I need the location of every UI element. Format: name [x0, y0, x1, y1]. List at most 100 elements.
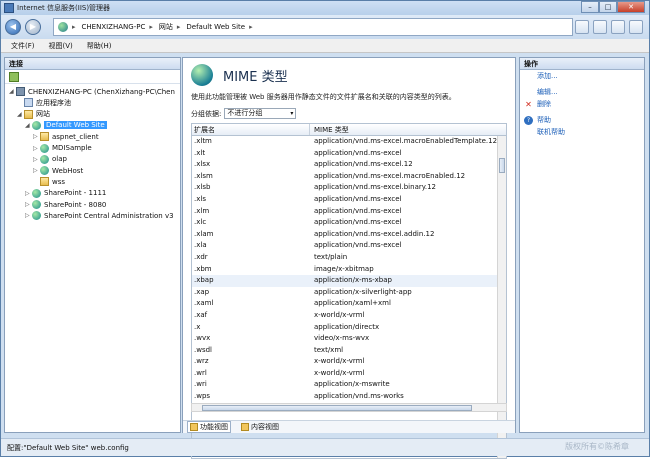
tree-node-label: MDISample	[52, 144, 92, 152]
mime-type-cell: application/vnd.ms-excel	[314, 218, 402, 227]
table-row[interactable]: .wsdl text/xml	[192, 345, 506, 357]
table-row[interactable]: .xbap application/x-ms-xbap	[192, 275, 506, 287]
table-row[interactable]: .xlam application/vnd.ms-excel.addin.12	[192, 229, 506, 241]
horizontal-scrollbar[interactable]	[191, 403, 507, 412]
menu-view[interactable]: 视图(V)	[49, 41, 73, 51]
tree-node[interactable]: 应用程序池	[17, 97, 71, 108]
mime-type-cell: x-world/x-vrml	[314, 310, 365, 319]
expand-toggle-icon[interactable]: ▷	[25, 212, 31, 219]
back-button[interactable]: ◀	[5, 19, 21, 35]
title-bar: Internet 信息服务(IIS)管理器 – □ ✕	[1, 1, 649, 15]
expand-toggle-icon[interactable]: ▷	[33, 145, 39, 152]
action-link[interactable]: 添加...	[537, 71, 558, 81]
table-row[interactable]: .xls application/vnd.ms-excel	[192, 194, 506, 206]
crumb-site[interactable]: Default Web Site	[186, 23, 245, 31]
table-row[interactable]: .xltm application/vnd.ms-excel.macroEnabl…	[192, 136, 506, 148]
tree-node[interactable]: ◢ 网站	[17, 109, 50, 120]
action-item[interactable]: ? 帮助	[520, 114, 644, 126]
table-row[interactable]: .wrz x-world/x-vrml	[192, 356, 506, 368]
start-page-icon[interactable]	[9, 71, 19, 82]
mime-type-cell: application/vnd.ms-excel.addin.12	[314, 229, 435, 238]
tree-node[interactable]: ◢ Default Web Site	[25, 120, 107, 131]
content-view-label: 内容视图	[251, 423, 279, 431]
globe-icon	[40, 143, 49, 153]
features-view-icon	[190, 423, 198, 431]
mime-type-cell: x-world/x-vrml	[314, 368, 365, 377]
content-view-button[interactable]: 内容视图	[241, 422, 279, 432]
minimize-button[interactable]: –	[581, 1, 599, 13]
scroll-thumb[interactable]	[499, 158, 505, 173]
tree-node-label: Default Web Site	[44, 121, 107, 130]
extension-cell: .xls	[194, 194, 206, 203]
expand-toggle-icon[interactable]: ▷	[25, 201, 31, 208]
tree-node[interactable]: ▷ aspnet_client	[33, 131, 99, 142]
expand-toggle-icon[interactable]: ▷	[33, 156, 39, 163]
breadcrumb[interactable]: ▸ CHENXIZHANG-PC ▸ 网站 ▸ Default Web Site…	[53, 18, 573, 36]
table-row[interactable]: .xaml application/xaml+xml	[192, 298, 506, 310]
action-link[interactable]: 帮助	[537, 115, 551, 125]
table-row[interactable]: .xlt application/vnd.ms-excel	[192, 148, 506, 160]
action-spacer	[524, 72, 533, 81]
page-title: MIME 类型	[223, 69, 288, 85]
table-row[interactable]: .x application/directx	[192, 322, 506, 334]
table-row[interactable]: .xla application/vnd.ms-excel	[192, 240, 506, 252]
action-item[interactable]: 添加...	[520, 70, 644, 82]
horizontal-scroll-thumb[interactable]	[202, 405, 472, 411]
table-row[interactable]: .xlsb application/vnd.ms-excel.binary.12	[192, 182, 506, 194]
tree-node[interactable]: ▷ SharePoint - 8080	[25, 199, 106, 210]
action-item[interactable]: 联机帮助	[520, 126, 644, 138]
tree-node[interactable]: ▷ SharePoint Central Administration v3	[25, 210, 174, 221]
expand-toggle-icon[interactable]: ▷	[33, 133, 39, 140]
tree-node[interactable]: ▷ olap	[33, 154, 67, 165]
action-item[interactable]: 编辑...	[520, 86, 644, 98]
table-row[interactable]: .xlsx application/vnd.ms-excel.12	[192, 159, 506, 171]
go-icon[interactable]	[575, 20, 589, 34]
expand-toggle-icon[interactable]: ◢	[17, 111, 23, 118]
mime-type-cell: application/vnd.ms-excel.macroEnabledTem…	[314, 137, 498, 145]
table-row[interactable]: .xlsm application/vnd.ms-excel.macroEnabl…	[192, 171, 506, 183]
menu-help[interactable]: 帮助(H)	[87, 41, 112, 51]
expand-toggle-icon[interactable]: ◢	[9, 88, 15, 95]
table-row[interactable]: .xbm image/x-xbitmap	[192, 264, 506, 276]
features-view-button[interactable]: 功能视图	[187, 421, 231, 433]
crumb-sites[interactable]: 网站	[159, 22, 173, 32]
expand-toggle-icon[interactable]: ▷	[25, 190, 31, 197]
app-icon	[24, 98, 33, 108]
table-row[interactable]: .xap application/x-silverlight-app	[192, 287, 506, 299]
tree-node[interactable]: ◢ CHENXIZHANG-PC (ChenXizhang-PC\Chen	[9, 86, 175, 97]
expand-toggle-icon[interactable]: ◢	[25, 122, 31, 129]
column-header-extension[interactable]: 扩展名	[192, 124, 310, 135]
action-link[interactable]: 编辑...	[537, 87, 558, 97]
action-link[interactable]: 删除	[537, 99, 551, 109]
column-header-mime-type[interactable]: MIME 类型	[310, 124, 349, 135]
close-button[interactable]: ✕	[617, 1, 645, 13]
table-row[interactable]: .wri application/x-mswrite	[192, 379, 506, 391]
mime-type-cell: video/x-ms-wvx	[314, 334, 370, 343]
table-row[interactable]: .wrl x-world/x-vrml	[192, 368, 506, 380]
mime-type-cell: text/xml	[314, 345, 344, 354]
help-icon[interactable]	[629, 20, 643, 34]
tree-node[interactable]: ▷ SharePoint - 1111	[25, 188, 106, 199]
maximize-button[interactable]: □	[599, 1, 617, 13]
table-row[interactable]: .xaf x-world/x-vrml	[192, 310, 506, 322]
forward-button[interactable]: ▶	[25, 19, 41, 35]
connections-title: 连接	[5, 58, 180, 70]
menu-bar: 文件(F) 视图(V) 帮助(H)	[1, 39, 649, 53]
group-by-select[interactable]: 不进行分组 ▾	[224, 108, 297, 119]
table-row[interactable]: .xlm application/vnd.ms-excel	[192, 206, 506, 218]
action-link[interactable]: 联机帮助	[537, 127, 565, 137]
tree-node-label: SharePoint Central Administration v3	[44, 211, 174, 220]
table-row[interactable]: .xlc application/vnd.ms-excel	[192, 217, 506, 229]
stop-icon[interactable]	[593, 20, 607, 34]
crumb-server[interactable]: CHENXIZHANG-PC	[82, 23, 146, 31]
expand-toggle-icon[interactable]: ▷	[33, 167, 39, 174]
action-item[interactable]: ✕ 删除	[520, 98, 644, 110]
tree-node[interactable]: ▷ WebHost	[33, 165, 83, 176]
home-icon[interactable]	[611, 20, 625, 34]
tree-node[interactable]: wss	[33, 176, 65, 187]
table-row[interactable]: .wps application/vnd.ms-works	[192, 391, 506, 403]
tree-node[interactable]: ▷ MDISample	[33, 143, 92, 154]
table-row[interactable]: .wvx video/x-ms-wvx	[192, 333, 506, 345]
table-row[interactable]: .xdr text/plain	[192, 252, 506, 264]
menu-file[interactable]: 文件(F)	[11, 41, 35, 51]
